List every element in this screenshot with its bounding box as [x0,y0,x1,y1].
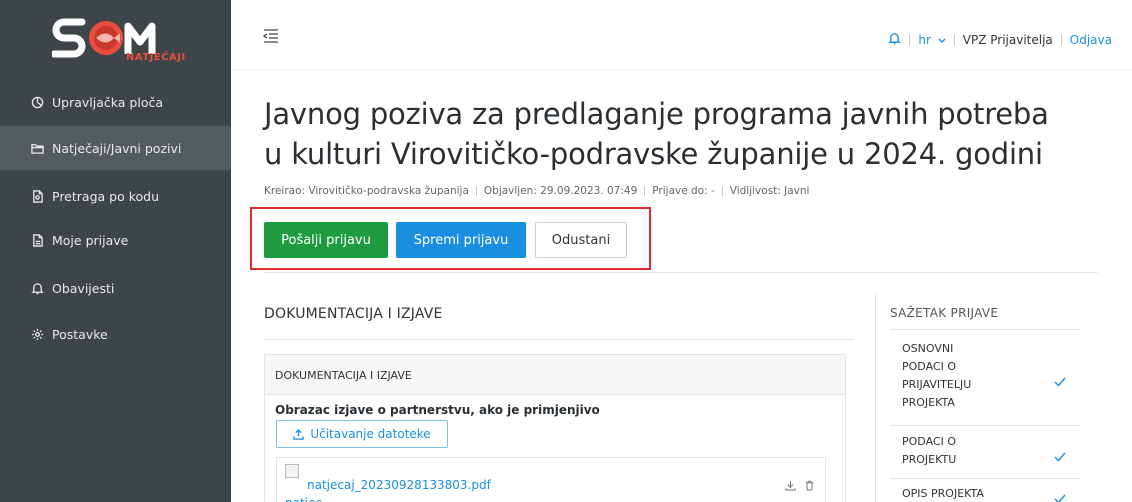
folder-icon [30,141,44,155]
upload-label: Učitavanje datoteke [310,427,431,441]
file-search-icon [30,189,44,203]
language-value: hr [918,33,931,47]
sidebar-item-label: Obavijesti [52,280,115,296]
gear-icon [30,327,44,341]
cancel-button[interactable]: Odustani [535,222,627,258]
summary-item-applicant-data[interactable]: OSNOVNI PODACI O PRIJAVITELJU PROJEKTA [890,329,1080,425]
trash-icon[interactable] [804,480,815,491]
user-name[interactable]: VPZ Prijavitelja [963,33,1053,47]
sidebar-item-dashboard[interactable]: Upravljačka ploča [0,80,231,124]
divider [264,339,854,340]
meta-published: Objavljen: 29.09.2023. 07:49 [483,185,638,197]
document-icon [30,233,44,247]
upload-icon [293,428,305,440]
separator [721,186,723,196]
divider [264,272,1098,273]
sidebar-item-notifications[interactable]: Obavijesti [0,266,231,310]
sidebar-item-natjecaji[interactable]: Natječaji/Javni pozivi [0,126,231,170]
send-application-button[interactable]: Pošalji prijavu [264,222,388,258]
sidebar-item-label: Upravljačka ploča [52,94,163,110]
broken-image-icon [285,464,299,478]
summary-item-project-data[interactable]: PODACI O PROJEKTU [890,425,1080,478]
summary-item-label: PROJEKTU [902,453,957,466]
card-header: DOKUMENTACIJA I IZJAVE [265,355,845,395]
summary-item-project-description[interactable]: OPIS PROJEKTA [890,478,1080,502]
bell-icon [30,281,44,295]
upload-file-button[interactable]: Učitavanje datoteke [276,420,448,448]
dashboard-icon [30,95,44,109]
page-title-line-1: Javnog poziva za predlaganje programa ja… [264,97,1049,131]
separator [909,34,911,46]
check-icon [1054,489,1066,502]
meta-deadline: Prijave do: - [652,185,715,197]
field-label: Obrazac izjave o partnerstvu, ako je pri… [275,403,600,417]
summary-item-label: OSNOVNI [902,342,954,355]
notification-bell-icon[interactable] [888,32,902,48]
check-icon [1054,447,1066,462]
card-title: DOKUMENTACIJA I IZJAVE [275,369,412,382]
uploaded-file-item: natjecaj_20230928133803.pdf natjec [276,457,826,502]
separator [1060,34,1062,46]
top-right-controls: hr VPZ Prijavitelja Odjava [888,32,1112,48]
summary-item-label: PRIJAVITELJU [902,378,972,391]
sidebar-item-label: Moje prijave [52,232,129,248]
logo-text: NATJEČAJI [126,52,186,63]
sidebar-item-search-code[interactable]: Pretraga po kodu [0,174,231,218]
chevron-down-icon [938,38,946,43]
sidebar-item-my-applications[interactable]: Moje prijave [0,218,231,262]
documents-card: DOKUMENTACIJA I IZJAVE Obrazac izjave o … [264,354,846,502]
file-link[interactable]: natjecaj_20230928133803.pdf [307,478,491,492]
file-link-partial[interactable]: natjec [285,496,322,502]
sidebar: NATJEČAJI Upravljačka ploča Natječaji/Ja… [0,0,231,502]
sidebar-item-label: Natječaji/Javni pozivi [52,140,182,156]
summary-item-label: PROJEKTA [902,396,955,409]
summary-item-label: OPIS PROJEKTA [902,487,984,500]
logout-link[interactable]: Odjava [1070,33,1112,47]
page-title: Javnog poziva za predlaganje programa ja… [264,94,1114,174]
separator [953,34,955,46]
sidebar-item-settings[interactable]: Postavke [0,312,231,356]
save-application-button[interactable]: Spremi prijavu [396,222,526,258]
check-icon [1054,372,1066,387]
divider [875,294,876,502]
meta-visibility: Vidljivost: Javni [729,185,810,197]
menu-toggle-icon[interactable] [262,28,279,43]
separator [644,186,646,196]
summary-item-label: PODACI O [902,360,956,373]
top-bar: hr VPZ Prijavitelja Odjava [231,0,1132,70]
page-meta: Kreirao: Virovitičko-podravska županija … [264,185,809,197]
summary-item-label: PODACI O [902,435,956,448]
separator [475,186,477,196]
page-title-line-2: u kulturi Virovitičko-podravske županije… [264,137,1043,171]
sidebar-item-label: Pretraga po kodu [52,188,159,204]
meta-creator: Kreirao: Virovitičko-podravska županija [264,185,469,197]
sidebar-item-label: Postavke [52,326,108,342]
language-selector[interactable]: hr [918,33,946,47]
download-icon[interactable] [785,480,796,491]
section-title: DOKUMENTACIJA I IZJAVE [264,306,443,322]
summary-title: SAŽETAK PRIJAVE [890,306,999,320]
file-actions [777,480,815,491]
